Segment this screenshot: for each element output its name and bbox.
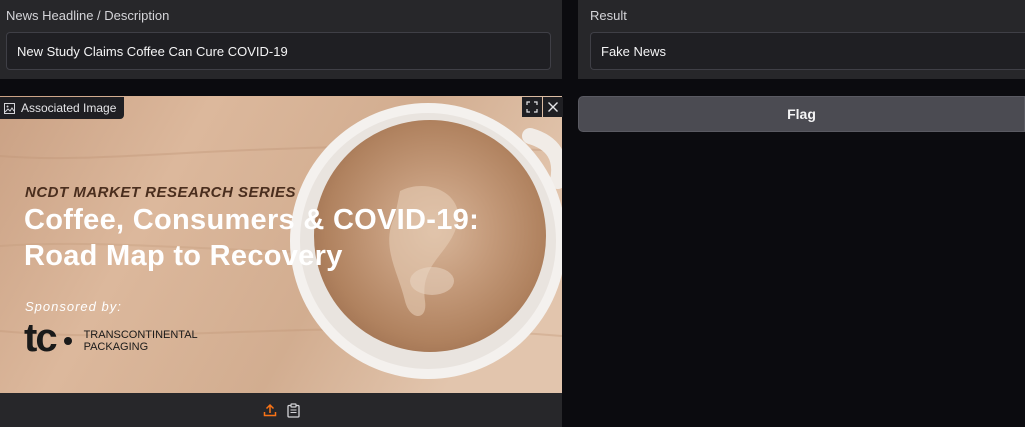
image-label: Associated Image: [21, 101, 117, 115]
logo-text: TRANSCONTINENTAL PACKAGING: [84, 329, 198, 353]
image-toolbar: [0, 393, 562, 427]
cover-title-line2: Road Map to Recovery: [24, 240, 343, 272]
upload-button[interactable]: [263, 403, 277, 417]
sponsor-logo: tc TRANSCONTINENTAL PACKAGING: [24, 316, 198, 360]
image-icon: [4, 102, 15, 114]
logo-text-line2: PACKAGING: [83, 341, 149, 353]
flag-button[interactable]: Flag: [578, 96, 1025, 132]
logo-text-line1: TRANSCONTINENTAL: [83, 329, 198, 341]
fullscreen-icon: [526, 101, 538, 113]
close-icon: [548, 102, 558, 112]
result-output: Fake News: [590, 32, 1025, 70]
result-label: Result: [590, 8, 627, 23]
associated-image: NCDT MARKET RESEARCH SERIES Coffee, Cons…: [0, 96, 562, 393]
clipboard-icon: [286, 402, 300, 418]
close-button[interactable]: [543, 97, 563, 117]
cover-title-line1: Coffee, Consumers & COVID-19:: [24, 204, 480, 236]
logo-mark: tc: [24, 316, 58, 360]
headline-input[interactable]: New Study Claims Coffee Can Cure COVID-1…: [6, 32, 551, 70]
cover-series: NCDT MARKET RESEARCH SERIES: [25, 184, 297, 201]
fullscreen-button[interactable]: [522, 97, 542, 117]
image-label-tag: Associated Image: [0, 97, 125, 119]
clipboard-button[interactable]: [286, 402, 300, 418]
logo-dot: [63, 337, 72, 345]
headline-label: News Headline / Description: [6, 8, 170, 23]
upload-icon: [263, 403, 276, 417]
cover-sponsored: Sponsored by:: [25, 299, 122, 314]
